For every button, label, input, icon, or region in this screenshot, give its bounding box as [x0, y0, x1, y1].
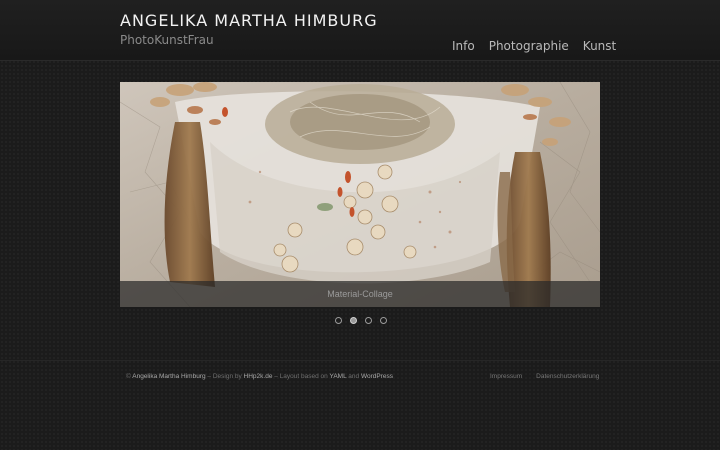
impressum-link[interactable]: Impressum [490, 373, 522, 380]
site-subtitle: PhotoKunstFrau [120, 33, 214, 47]
footer-divider [0, 360, 720, 361]
nav-item-kunst[interactable]: Kunst [583, 39, 616, 53]
copyright-symbol: © [126, 373, 131, 380]
designer-link[interactable]: HHp2k.de [244, 373, 273, 380]
author-link[interactable]: Angelika Martha Himburg [132, 373, 205, 380]
datenschutz-link[interactable]: Datenschutzerklärung [536, 373, 599, 380]
slide-dot-3[interactable] [365, 317, 372, 324]
layout-text: – Layout based on [274, 373, 328, 380]
nav-item-info[interactable]: Info [452, 39, 475, 53]
slide-caption-bar: Material-Collage [120, 281, 600, 307]
slider-pagination [335, 317, 387, 324]
site-header: ANGELIKA MARTHA HIMBURG PhotoKunstFrau I… [0, 0, 720, 61]
site-title[interactable]: ANGELIKA MARTHA HIMBURG [120, 11, 378, 30]
wordpress-link[interactable]: WordPress [361, 373, 393, 380]
image-slider[interactable]: Material-Collage [120, 82, 600, 307]
slide-caption: Material-Collage [327, 289, 393, 299]
slide-dot-2[interactable] [350, 317, 357, 324]
yaml-link[interactable]: YAML [329, 373, 346, 380]
slide-dot-1[interactable] [335, 317, 342, 324]
design-text: – Design by [207, 373, 242, 380]
and-text: and [348, 373, 360, 380]
main-nav: Info Photographie Kunst [452, 39, 616, 53]
slide-dot-4[interactable] [380, 317, 387, 324]
footer-credits: © Angelika Martha Himburg – Design by HH… [126, 373, 393, 380]
slide-image [120, 82, 600, 307]
nav-item-photographie[interactable]: Photographie [489, 39, 569, 53]
footer-links: Impressum Datenschutzerklärung [490, 373, 599, 380]
